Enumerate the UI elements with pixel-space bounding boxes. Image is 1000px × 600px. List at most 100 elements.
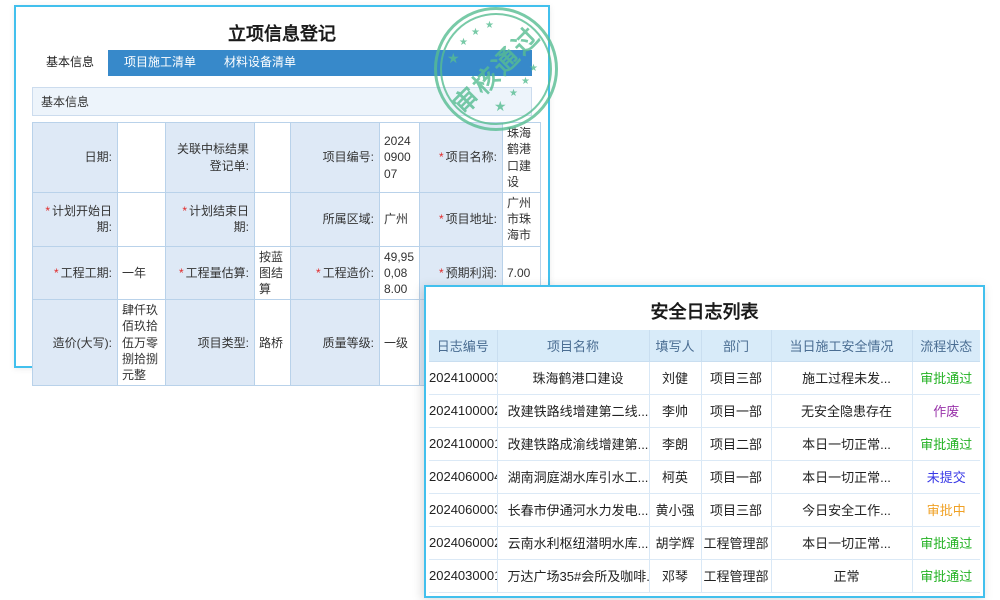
log-no-link[interactable]: 2024060003 — [429, 493, 497, 526]
safety-status-cell: 本日一切正常... — [771, 460, 912, 493]
field-label-date: 日期: — [33, 123, 118, 193]
form-row: 日期: 关联中标结果登记单: 项目编号: 2024090007 *项目名称: 珠… — [33, 123, 541, 193]
required-mark: * — [316, 266, 321, 280]
status-badge: 审批通过 — [912, 361, 980, 394]
writer-link[interactable]: 李朗 — [649, 427, 701, 460]
safety-status-cell: 正常 — [771, 559, 912, 592]
writer-link[interactable]: 刘健 — [649, 361, 701, 394]
log-no-link[interactable]: 2024100003 — [429, 361, 497, 394]
screen: 立项信息登记 基本信息 项目施工清单 材料设备清单 基本信息 日期: 关联中标结… — [0, 0, 1000, 600]
table-row: 2024030001 万达广场35#会所及咖啡... 邓琴 工程管理部 正常 审… — [429, 559, 980, 592]
field-value-project-type: 路桥 — [255, 300, 291, 386]
tab-material-equipment-list[interactable]: 材料设备清单 — [210, 47, 310, 76]
column-header-writer: 填写人 — [649, 330, 701, 361]
safety-status-cell: 无安全隐患存在 — [771, 394, 912, 427]
writer-link[interactable]: 李帅 — [649, 394, 701, 427]
field-label-quality-grade: 质量等级: — [291, 300, 380, 386]
writer-link[interactable]: 黄小强 — [649, 493, 701, 526]
required-mark: * — [439, 150, 444, 164]
field-value-plan-start — [118, 193, 166, 247]
section-header: 基本信息 — [32, 87, 532, 116]
safety-status-cell: 本日一切正常... — [771, 427, 912, 460]
required-mark: * — [179, 266, 184, 280]
field-label-quantity-estimate: *工程量估算: — [166, 246, 255, 300]
field-label-region: 所属区域: — [291, 193, 380, 247]
field-value-bid-result — [255, 123, 291, 193]
field-value-quantity-estimate: 按蓝图结算 — [255, 246, 291, 300]
field-value-project-cost: 49,950,088.00 — [380, 246, 420, 300]
status-badge: 审批通过 — [912, 427, 980, 460]
field-value-date — [118, 123, 166, 193]
table-row: 2024060003 长春市伊通河水力发电... 黄小强 项目三部 今日安全工作… — [429, 493, 980, 526]
tab-bar: 基本信息 项目施工清单 材料设备清单 — [32, 50, 532, 76]
required-mark: * — [439, 212, 444, 226]
required-mark: * — [182, 204, 187, 218]
safety-log-table: 日志编号 项目名称 填写人 部门 当日施工安全情况 流程状态 202410000… — [429, 330, 980, 593]
table-row: 2024100002 改建铁路线增建第二线... 李帅 项目一部 无安全隐患存在… — [429, 394, 980, 427]
log-no-link[interactable]: 2024100001 — [429, 427, 497, 460]
project-name-link[interactable]: 长春市伊通河水力发电... — [497, 493, 649, 526]
project-name-link[interactable]: 改建铁路线增建第二线... — [497, 394, 649, 427]
column-header-safety-status: 当日施工安全情况 — [771, 330, 912, 361]
log-no-link[interactable]: 2024060002 — [429, 526, 497, 559]
department-cell: 工程管理部 — [701, 559, 771, 592]
field-label-duration: *工程工期: — [33, 246, 118, 300]
writer-link[interactable]: 邓琴 — [649, 559, 701, 592]
field-label-project-name: *项目名称: — [420, 123, 503, 193]
table-row: 2024060002 云南水利枢纽潜明水库... 胡学辉 工程管理部 本日一切正… — [429, 526, 980, 559]
department-cell: 项目一部 — [701, 394, 771, 427]
project-name-link[interactable]: 湖南洞庭湖水库引水工... — [497, 460, 649, 493]
required-mark: * — [54, 266, 59, 280]
field-value-project-no: 2024090007 — [380, 123, 420, 193]
field-value-project-name: 珠海鹤港口建设 — [503, 123, 541, 193]
required-mark: * — [439, 266, 444, 280]
tab-basic-info[interactable]: 基本信息 — [32, 47, 108, 76]
writer-link[interactable]: 柯英 — [649, 460, 701, 493]
table-row: 2024060004 湖南洞庭湖水库引水工... 柯英 项目一部 本日一切正常.… — [429, 460, 980, 493]
column-header-department: 部门 — [701, 330, 771, 361]
table-row: 2024100001 改建铁路成渝线增建第... 李朗 项目二部 本日一切正常.… — [429, 427, 980, 460]
field-label-project-no: 项目编号: — [291, 123, 380, 193]
log-no-link[interactable]: 2024100002 — [429, 394, 497, 427]
project-name-link[interactable]: 珠海鹤港口建设 — [497, 361, 649, 394]
status-badge: 未提交 — [912, 460, 980, 493]
department-cell: 工程管理部 — [701, 526, 771, 559]
safety-log-title: 安全日志列表 — [426, 287, 983, 330]
field-label-cost-in-words: 造价(大写): — [33, 300, 118, 386]
field-value-plan-end — [255, 193, 291, 247]
status-badge: 作废 — [912, 394, 980, 427]
department-cell: 项目三部 — [701, 493, 771, 526]
field-label-project-cost: *工程造价: — [291, 246, 380, 300]
status-badge: 审批通过 — [912, 526, 980, 559]
department-cell: 项目三部 — [701, 361, 771, 394]
department-cell: 项目二部 — [701, 427, 771, 460]
form-row: *计划开始日期: *计划结束日期: 所属区域: 广州 *项目地址: 广州市珠海市 — [33, 193, 541, 247]
tab-construction-list[interactable]: 项目施工清单 — [110, 47, 210, 76]
project-name-link[interactable]: 云南水利枢纽潜明水库... — [497, 526, 649, 559]
safety-status-cell: 本日一切正常... — [771, 526, 912, 559]
column-header-log-no: 日志编号 — [429, 330, 497, 361]
table-header-row: 日志编号 项目名称 填写人 部门 当日施工安全情况 流程状态 — [429, 330, 980, 361]
project-name-link[interactable]: 万达广场35#会所及咖啡... — [497, 559, 649, 592]
table-row: 2024100003 珠海鹤港口建设 刘健 项目三部 施工过程未发... 审批通… — [429, 361, 980, 394]
project-name-link[interactable]: 改建铁路成渝线增建第... — [497, 427, 649, 460]
safety-log-panel: 安全日志列表 日志编号 项目名称 填写人 部门 当日施工安全情况 流程状态 20… — [424, 285, 985, 598]
status-badge: 审批通过 — [912, 559, 980, 592]
writer-link[interactable]: 胡学辉 — [649, 526, 701, 559]
safety-status-cell: 施工过程未发... — [771, 361, 912, 394]
field-label-plan-start: *计划开始日期: — [33, 193, 118, 247]
field-label-bid-result: 关联中标结果登记单: — [166, 123, 255, 193]
field-value-project-address: 广州市珠海市 — [503, 193, 541, 247]
field-label-plan-end: *计划结束日期: — [166, 193, 255, 247]
safety-status-cell: 今日安全工作... — [771, 493, 912, 526]
required-mark: * — [45, 204, 50, 218]
page-title: 立项信息登记 — [16, 7, 548, 50]
field-label-project-address: *项目地址: — [420, 193, 503, 247]
log-no-link[interactable]: 2024030001 — [429, 559, 497, 592]
column-header-project-name: 项目名称 — [497, 330, 649, 361]
log-no-link[interactable]: 2024060004 — [429, 460, 497, 493]
department-cell: 项目一部 — [701, 460, 771, 493]
column-header-process-status: 流程状态 — [912, 330, 980, 361]
field-value-duration: 一年 — [118, 246, 166, 300]
field-label-project-type: 项目类型: — [166, 300, 255, 386]
